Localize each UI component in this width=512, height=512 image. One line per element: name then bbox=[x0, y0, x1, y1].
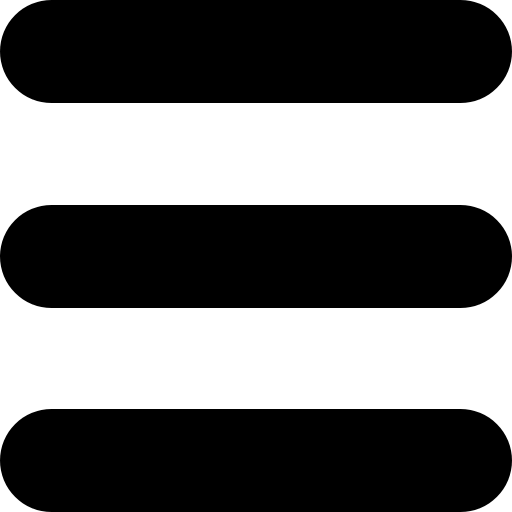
menu-bar-bottom bbox=[0, 409, 512, 512]
menu-bar-middle bbox=[0, 205, 512, 308]
hamburger-menu-icon[interactable] bbox=[0, 0, 512, 512]
menu-bar-top bbox=[0, 0, 512, 103]
icon-canvas bbox=[0, 0, 512, 512]
